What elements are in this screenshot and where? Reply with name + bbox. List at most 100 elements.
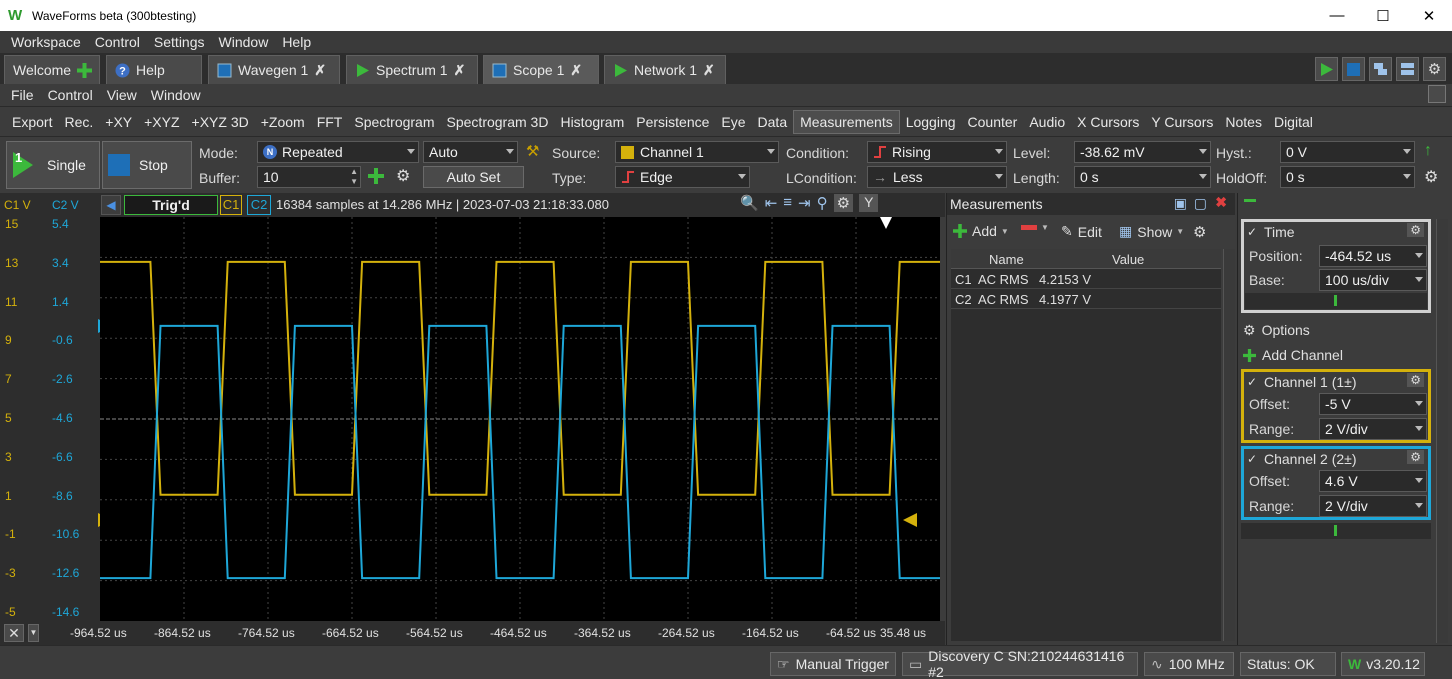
remove-measurement-button[interactable]: ▼: [1021, 223, 1049, 232]
close-tab-icon[interactable]: ✗: [454, 62, 466, 79]
tab-help[interactable]: ? Help: [106, 55, 202, 84]
run-all-button[interactable]: [1315, 57, 1338, 81]
toolbar-counter[interactable]: Counter: [962, 111, 1024, 133]
toolbar-export[interactable]: Export: [6, 111, 58, 133]
tab-wavegen[interactable]: Wavegen 1 ✗: [208, 55, 340, 84]
add-buffer-plus-icon[interactable]: [368, 168, 384, 184]
length-input[interactable]: 0 s: [1074, 166, 1211, 188]
zoom-icon[interactable]: 🔍: [740, 194, 759, 212]
ch2-offset-input[interactable]: 4.6 V: [1319, 470, 1427, 492]
menu-control[interactable]: Control: [41, 87, 100, 103]
dock-icon[interactable]: ▣: [1174, 195, 1187, 212]
type-select[interactable]: Edge: [615, 166, 750, 188]
channel2-gear-icon[interactable]: ⚙: [1407, 450, 1424, 464]
toolbar-spectrogram-3d[interactable]: Spectrogram 3D: [441, 111, 555, 133]
ch2-range-select[interactable]: 2 V/div: [1319, 495, 1427, 517]
menu-window[interactable]: Window: [144, 87, 208, 103]
trigger-hammer-icon[interactable]: ⚒: [526, 142, 539, 160]
menu-file[interactable]: File: [4, 87, 41, 103]
toolbar-xy[interactable]: +XY: [99, 111, 138, 133]
toolbar-histogram[interactable]: Histogram: [554, 111, 630, 133]
position-input[interactable]: -464.52 us: [1319, 245, 1427, 267]
channels-scroll-slider[interactable]: [1241, 523, 1431, 539]
settings-scrollbar[interactable]: [1436, 219, 1448, 643]
settings-button[interactable]: ⚙: [1423, 57, 1446, 81]
collapse-panel-icon[interactable]: [1244, 199, 1256, 202]
measurements-scrollbar[interactable]: [1223, 249, 1235, 641]
edit-measurement-button[interactable]: ✎ Edit: [1061, 223, 1102, 240]
toolbar-rec[interactable]: Rec.: [58, 111, 99, 133]
plot-gear-icon[interactable]: ⚙: [833, 194, 854, 212]
add-channel-button[interactable]: Add Channel: [1241, 344, 1431, 366]
toolbar-logging[interactable]: Logging: [900, 111, 962, 133]
toolbar-x-cursors[interactable]: X Cursors: [1071, 111, 1145, 133]
toolbar-audio[interactable]: Audio: [1023, 111, 1071, 133]
checkmark-icon[interactable]: ✓: [1247, 225, 1257, 239]
source-select[interactable]: Channel 1: [615, 141, 779, 163]
scope-plot[interactable]: [100, 217, 940, 621]
clock-frequency-button[interactable]: ∿ 100 MHz: [1144, 652, 1234, 676]
close-tab-icon[interactable]: ✗: [703, 62, 715, 79]
trigger-gear-icon[interactable]: ⚙: [1424, 167, 1438, 187]
auto-set-button[interactable]: Auto Set: [423, 166, 524, 188]
menu-control[interactable]: Control: [88, 34, 147, 50]
c1-channel-tag[interactable]: C1: [220, 195, 242, 215]
base-select[interactable]: 100 us/div: [1319, 269, 1427, 291]
float-icon[interactable]: ▢: [1194, 195, 1207, 212]
minimize-button[interactable]: —: [1314, 0, 1360, 31]
toolbar-xyz[interactable]: +XYZ: [138, 111, 185, 133]
manual-trigger-button[interactable]: ☞ Manual Trigger: [770, 652, 896, 676]
measurements-gear-icon[interactable]: ⚙: [1193, 223, 1206, 241]
table-row[interactable]: C2 AC RMS 4.1977 V: [951, 290, 1221, 309]
condition-select[interactable]: Rising: [867, 141, 1007, 163]
arrow-up-icon[interactable]: ↑: [1424, 142, 1432, 160]
channel1-gear-icon[interactable]: ⚙: [1407, 373, 1424, 387]
buffer-input[interactable]: 10 ▲ ▼: [257, 166, 361, 188]
close-icon[interactable]: ✖: [1215, 194, 1227, 211]
close-tab-icon[interactable]: ✗: [314, 62, 326, 79]
toolbar-measurements[interactable]: Measurements: [793, 109, 900, 134]
toolbar-fft[interactable]: FFT: [311, 111, 349, 133]
time-gear-icon[interactable]: ⚙: [1407, 223, 1424, 237]
toolbar-zoom[interactable]: +Zoom: [255, 111, 311, 133]
tab-spectrum[interactable]: Spectrum 1 ✗: [346, 55, 478, 84]
stop-all-button[interactable]: [1342, 57, 1365, 81]
show-measurement-button[interactable]: ▦ Show ▼: [1119, 223, 1184, 240]
spin-arrows-icon[interactable]: ▲ ▼: [350, 167, 358, 187]
table-row[interactable]: C1 AC RMS 4.2153 V: [951, 270, 1221, 289]
menu-help[interactable]: Help: [275, 34, 318, 50]
toolbar-y-cursors[interactable]: Y Cursors: [1145, 111, 1219, 133]
menu-settings[interactable]: Settings: [147, 34, 212, 50]
lcondition-select[interactable]: → Less: [867, 166, 1007, 188]
time-scroll-slider[interactable]: [1245, 293, 1427, 309]
trigger-position-marker-icon[interactable]: [880, 217, 892, 229]
align-center-icon[interactable]: ≡: [783, 194, 792, 212]
level-input[interactable]: -38.62 mV: [1074, 141, 1211, 163]
hyst-input[interactable]: 0 V: [1280, 141, 1415, 163]
toolbar-spectrogram[interactable]: Spectrogram: [348, 111, 440, 133]
align-right-icon[interactable]: ⇥: [798, 194, 811, 212]
tile-windows-button[interactable]: [1396, 57, 1419, 81]
tab-network[interactable]: Network 1 ✗: [604, 55, 726, 84]
holdoff-input[interactable]: 0 s: [1280, 166, 1415, 188]
ch1-offset-input[interactable]: -5 V: [1319, 393, 1427, 415]
close-plot-icon[interactable]: ✕: [4, 624, 24, 642]
trigger-level-marker-icon[interactable]: [903, 513, 917, 527]
device-button[interactable]: ▭ Discovery C SN:210244631416 #2: [902, 648, 1138, 679]
c2-channel-tag[interactable]: C2: [247, 195, 271, 215]
tab-welcome[interactable]: Welcome: [4, 55, 100, 84]
zoom-out-icon[interactable]: ⚲: [817, 194, 828, 212]
menu-workspace[interactable]: Workspace: [4, 34, 88, 50]
close-window-button[interactable]: ✕: [1406, 0, 1452, 31]
toolbar-eye[interactable]: Eye: [715, 111, 751, 133]
add-measurement-button[interactable]: Add ▼: [953, 223, 1009, 239]
toolbar-data[interactable]: Data: [752, 111, 794, 133]
menu-view[interactable]: View: [100, 87, 144, 103]
toolbar-notes[interactable]: Notes: [1219, 111, 1268, 133]
close-tab-icon[interactable]: ✗: [570, 62, 582, 79]
toolbar-persistence[interactable]: Persistence: [630, 111, 715, 133]
restore-panel-button[interactable]: [1428, 85, 1446, 103]
status-button[interactable]: Status: OK: [1240, 652, 1336, 676]
buffer-gear-icon[interactable]: ⚙: [396, 166, 410, 186]
version-button[interactable]: W v3.20.12: [1341, 652, 1425, 676]
